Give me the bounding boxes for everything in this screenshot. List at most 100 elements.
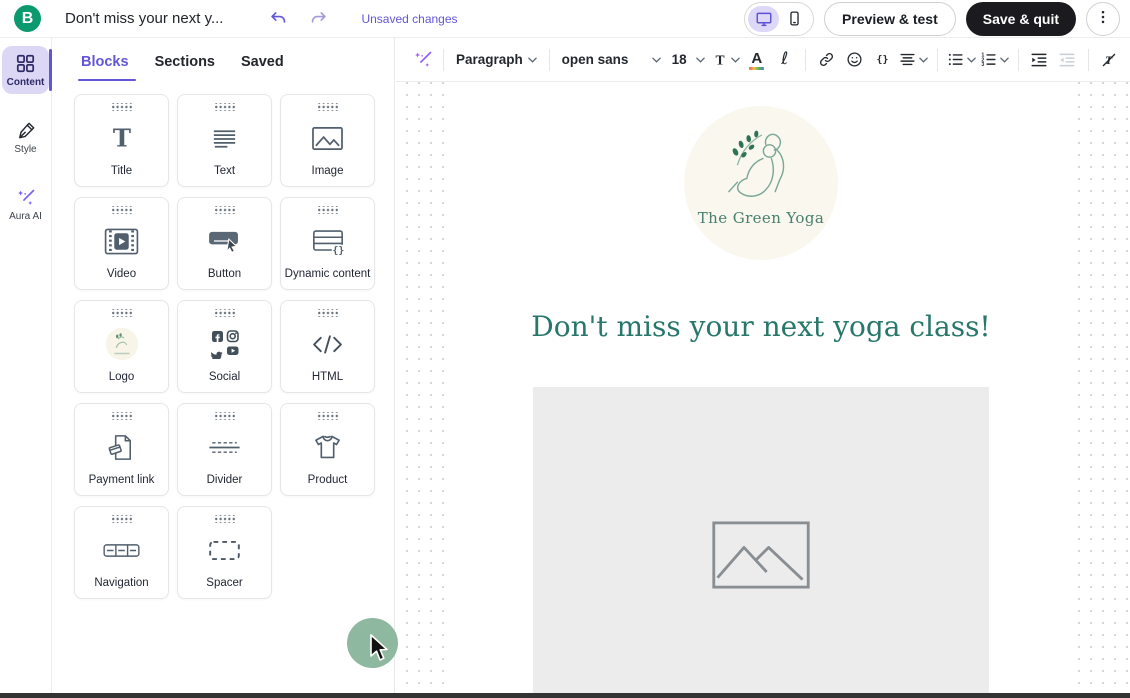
clear-formatting-button[interactable]: T [1097, 45, 1122, 75]
block-card-video[interactable]: Video [74, 197, 169, 290]
sidebar-item-label: Aura AI [9, 211, 42, 222]
dynamic-block-icon: {} [311, 214, 345, 268]
block-label: Video [107, 268, 136, 280]
sidebar-rail: Content Style Aura AI [0, 38, 52, 698]
highlight-icon: ℓ [781, 51, 788, 68]
canvas-body: The Green Yoga Don't miss your next yoga… [396, 82, 1130, 698]
product-block-icon [312, 420, 343, 474]
device-preview-toggle [744, 2, 814, 36]
block-card-payment-link[interactable]: Payment link [74, 403, 169, 496]
block-card-product[interactable]: Product [280, 403, 375, 496]
email-document: The Green Yoga Don't miss your next yoga… [447, 82, 1075, 698]
highlight-button[interactable]: ℓ [772, 45, 797, 75]
block-card-button[interactable]: Button [177, 197, 272, 290]
undo-button[interactable] [267, 8, 289, 30]
pen-icon [16, 121, 36, 141]
block-card-spacer[interactable]: Spacer [177, 506, 272, 599]
bullet-list-button[interactable] [946, 45, 977, 75]
text-block-icon [209, 111, 240, 165]
topbar-actions: Preview & test Save & quit [744, 2, 1120, 36]
insert-link-button[interactable] [814, 45, 839, 75]
more-options-button[interactable] [1086, 2, 1120, 36]
save-quit-button[interactable]: Save & quit [966, 2, 1076, 36]
drag-handle-dots-icon [317, 309, 339, 317]
sidebar-item-aura-ai[interactable]: Aura AI [2, 181, 49, 228]
editor-canvas: Paragraph open sans18 T Aℓ {} 123 T [396, 38, 1130, 698]
font-color-button[interactable]: A [744, 45, 769, 75]
sidebar-item-style[interactable]: Style [2, 114, 49, 161]
campaign-title[interactable]: Don't miss your next y... [65, 10, 223, 27]
ai-wand-icon [413, 50, 433, 70]
email-heading[interactable]: Don't miss your next yoga class! [447, 310, 1075, 343]
blocks-grid: TTitle Text Image Video Button {} Dynamic cont… [52, 81, 394, 599]
brevo-logo: B [14, 5, 41, 32]
text-align-button[interactable] [898, 45, 929, 75]
block-card-divider[interactable]: Divider [177, 403, 272, 496]
email-logo-block[interactable]: The Green Yoga [684, 106, 838, 260]
drag-handle-dots-icon [214, 309, 236, 317]
tab-blocks[interactable]: Blocks [81, 54, 129, 81]
chevron-down-icon [652, 57, 661, 63]
tab-sections[interactable]: Sections [155, 54, 215, 81]
svg-text:{}: {} [332, 245, 344, 255]
sidebar-item-content[interactable]: Content [2, 46, 49, 94]
logo-block-icon [103, 317, 141, 371]
tab-saved[interactable]: Saved [241, 54, 284, 81]
block-card-logo[interactable]: Logo [74, 300, 169, 393]
indent-increase-icon [1030, 51, 1048, 69]
ai-assistant-button[interactable] [410, 45, 435, 75]
logo-brand-text: The Green Yoga [698, 209, 824, 227]
panel-tabs: Blocks Sections Saved [52, 38, 394, 81]
redo-button[interactable] [307, 8, 329, 30]
font-size-dropdown[interactable]: 18 [668, 45, 709, 75]
block-label: Spacer [206, 577, 242, 589]
block-label: Navigation [94, 577, 148, 589]
block-card-html[interactable]: HTML [280, 300, 375, 393]
block-card-social[interactable]: Social [177, 300, 272, 393]
text-style-button[interactable]: T [712, 45, 742, 75]
payment-block-icon [106, 420, 137, 474]
grid-icon [15, 53, 36, 74]
block-card-title[interactable]: TTitle [74, 94, 169, 187]
personalization-button[interactable]: {} [870, 45, 895, 75]
toolbar-divider [443, 49, 444, 71]
block-card-text[interactable]: Text [177, 94, 272, 187]
sidebar-item-label: Content [7, 77, 45, 88]
drag-handle-dots-icon [214, 412, 236, 420]
block-label: Dynamic content [285, 268, 371, 280]
ordered-list-icon: 123 [980, 51, 997, 68]
paragraph-style-dropdown[interactable]: Paragraph [452, 45, 541, 75]
button-block-icon [207, 214, 242, 268]
insert-emoji-button[interactable] [842, 45, 867, 75]
numbered-list-button[interactable]: 123 [979, 45, 1010, 75]
block-card-image[interactable]: Image [280, 94, 375, 187]
chevron-down-icon [919, 57, 928, 63]
toolbar-divider [1018, 49, 1019, 71]
drag-handle-dots-icon [214, 206, 236, 214]
blocks-panel: Blocks Sections Saved TTitle Text Image Video… [52, 38, 395, 698]
image-placeholder-block[interactable] [533, 387, 989, 698]
drag-handle-dots-icon [317, 103, 339, 111]
font-family-dropdown[interactable]: open sans [558, 45, 665, 75]
text-style-icon: T [712, 52, 728, 68]
indent-increase-button[interactable] [1027, 45, 1052, 75]
divider-block-icon [207, 420, 242, 474]
svg-text:T: T [716, 52, 725, 67]
mobile-preview-button[interactable] [779, 6, 810, 32]
block-label: Text [214, 165, 235, 177]
desktop-preview-button[interactable] [748, 6, 779, 32]
emoji-icon [846, 51, 863, 68]
chevron-down-icon [967, 57, 976, 63]
image-block-icon [311, 111, 344, 165]
block-card-dynamic-content[interactable]: {} Dynamic content [280, 197, 375, 290]
bullet-list-icon [947, 51, 964, 68]
wand-icon [16, 188, 36, 208]
spacer-block-icon [208, 523, 241, 577]
block-label: Logo [109, 371, 135, 383]
chevron-down-icon [731, 57, 740, 63]
block-label: HTML [312, 371, 343, 383]
html-block-icon [311, 317, 344, 371]
save-status: Unsaved changes [361, 12, 457, 26]
block-card-navigation[interactable]: Navigation [74, 506, 169, 599]
preview-test-button[interactable]: Preview & test [824, 2, 956, 36]
